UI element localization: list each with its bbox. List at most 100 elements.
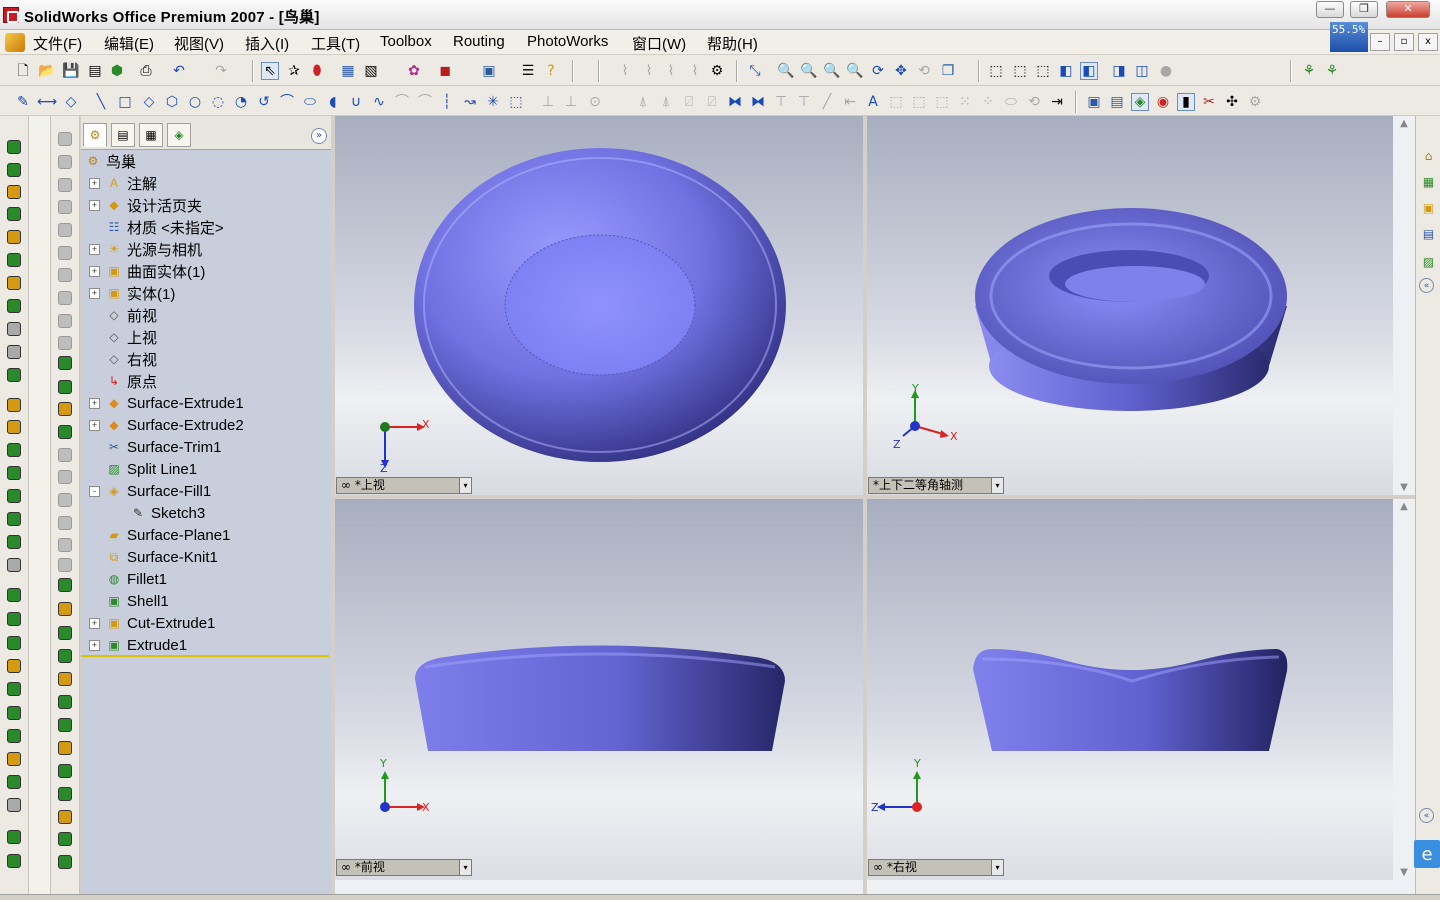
collapse-tree-button[interactable]: » xyxy=(311,128,327,144)
zoom-in-out-icon[interactable]: 🔍 xyxy=(823,62,841,80)
photoworks-tab[interactable]: ◈ xyxy=(167,123,191,147)
tree-item[interactable]: - ◈ Surface-Fill1 xyxy=(89,480,211,502)
surface-tool-icon[interactable] xyxy=(56,176,74,194)
disabled-tool-icon[interactable]: ⁙ xyxy=(956,93,974,111)
surface-tool-icon[interactable] xyxy=(56,400,74,418)
feature-tool-icon[interactable] xyxy=(5,828,23,846)
surface-tool-icon[interactable] xyxy=(56,244,74,262)
surface-tool-icon[interactable] xyxy=(56,289,74,307)
zoom-to-area-icon[interactable]: 🔍 xyxy=(800,62,818,80)
rectangle-icon[interactable]: □ xyxy=(116,93,134,111)
surface-tool-icon[interactable] xyxy=(56,762,74,780)
feature-tool-icon[interactable] xyxy=(5,274,23,292)
text-icon[interactable]: A xyxy=(864,93,882,111)
disabled-tool-icon[interactable]: ⇤ xyxy=(841,93,859,111)
menu-photoworks[interactable]: PhotoWorks xyxy=(527,33,608,50)
feature-tool-icon[interactable] xyxy=(5,205,23,223)
tree-item[interactable]: ◇ 上视 xyxy=(89,326,157,348)
part-cube-icon[interactable]: ◼ xyxy=(436,62,454,80)
surface-tool-icon[interactable] xyxy=(56,647,74,665)
feature-tool-icon[interactable] xyxy=(5,704,23,722)
3d-icon[interactable]: ◉ xyxy=(1154,93,1172,111)
toolbar-extra-icon[interactable]: ⚘ xyxy=(1323,62,1341,80)
tree-item[interactable]: ⧉ Surface-Knit1 xyxy=(89,546,218,568)
open-folder-icon[interactable]: 📂 xyxy=(38,62,56,80)
feature-tool-icon[interactable] xyxy=(5,464,23,482)
disabled-tool-icon[interactable]: ⊙ xyxy=(586,93,604,111)
menu-help[interactable]: 帮助(H) xyxy=(707,33,758,54)
surface-tool-icon[interactable] xyxy=(56,130,74,148)
feature-tool-icon[interactable] xyxy=(5,533,23,551)
partial-ellipse-icon[interactable]: ◖ xyxy=(324,93,342,111)
disabled-tool-icon[interactable]: ⟲ xyxy=(1025,93,1043,111)
tree-item[interactable]: ◍ Fillet1 xyxy=(89,568,167,590)
disabled-tool-icon[interactable]: ⍋ xyxy=(634,93,652,111)
view-dropdown-icon[interactable]: ▾ xyxy=(991,860,1003,875)
redo-icon[interactable]: ↷ xyxy=(212,62,230,80)
file-explorer-icon[interactable]: ▣ xyxy=(1419,198,1438,217)
surface-tool-icon[interactable] xyxy=(56,491,74,509)
disabled-tool-icon[interactable]: ⬚ xyxy=(887,93,905,111)
surface-tool-icon[interactable] xyxy=(56,198,74,216)
solidworks-app-icon[interactable] xyxy=(3,7,19,23)
shaded-icon[interactable]: ◧ xyxy=(1080,62,1098,80)
point-icon[interactable]: ✳ xyxy=(484,93,502,111)
view-label-right[interactable]: ∞ *右视 ▾ xyxy=(868,859,1004,876)
vertical-scrollbar[interactable]: ▲ ▼ xyxy=(1393,116,1415,495)
menu-view[interactable]: 视图(V) xyxy=(174,33,224,54)
view-dropdown-icon[interactable]: ▾ xyxy=(459,478,471,493)
menu-window[interactable]: 窗口(W) xyxy=(632,33,686,54)
photoworks-tool-icon[interactable]: ◈ xyxy=(1131,93,1149,111)
surface-tool-icon[interactable]: ⌇ xyxy=(662,62,680,80)
surface-tool-icon[interactable] xyxy=(56,600,74,618)
tree-item[interactable]: + ▣ 实体(1) xyxy=(89,282,175,304)
line-icon[interactable]: ╲ xyxy=(92,93,110,111)
tree-root[interactable]: ⚙ 鸟巢 xyxy=(85,150,136,172)
edit-appearance-icon[interactable]: ▣ xyxy=(1085,93,1103,111)
tree-item[interactable]: ◇ 右视 xyxy=(89,348,157,370)
tree-item[interactable]: ▣ Shell1 xyxy=(89,590,168,612)
construction-icon[interactable]: ⬚ xyxy=(507,93,525,111)
mdi-minimize-button[interactable]: – xyxy=(1370,33,1390,51)
collapse-task-pane-icon[interactable]: « xyxy=(1419,278,1434,293)
rotate-view-icon[interactable]: ⟳ xyxy=(869,62,887,80)
tree-item[interactable]: + ▣ Cut-Extrude1 xyxy=(89,612,215,634)
feature-tool-icon[interactable] xyxy=(5,418,23,436)
options-icon[interactable]: ✿ xyxy=(405,62,423,80)
vertical-scrollbar[interactable]: ▲ ▼ xyxy=(1393,499,1415,894)
tree-item[interactable]: ◇ 前视 xyxy=(89,304,157,326)
feature-tool-icon[interactable] xyxy=(5,773,23,791)
expand-icon[interactable]: + xyxy=(89,177,100,189)
disabled-tool-icon[interactable]: ⬭ xyxy=(1002,93,1020,111)
tree-item[interactable]: ✂ Surface-Trim1 xyxy=(89,436,222,458)
spline-icon[interactable]: ∿ xyxy=(370,93,388,111)
view-label-front[interactable]: ∞ *前视 ▾ xyxy=(336,859,472,876)
minimize-button[interactable]: — xyxy=(1316,1,1344,18)
library-icon[interactable]: ▦ xyxy=(1419,172,1438,191)
surface-tool-icon[interactable] xyxy=(56,334,74,352)
feature-tool-icon[interactable] xyxy=(5,251,23,269)
surface-tool-icon[interactable]: ⌇ xyxy=(640,62,658,80)
grid-icon[interactable]: ▦ xyxy=(339,62,357,80)
feature-tool-icon[interactable] xyxy=(5,510,23,528)
surface-tool-icon[interactable] xyxy=(56,624,74,642)
surface-tool-icon[interactable] xyxy=(56,739,74,757)
mdi-close-button[interactable]: x xyxy=(1418,33,1438,51)
hidden-lines-visible-icon[interactable]: ⬚ xyxy=(1011,62,1029,80)
view-label-dimetric[interactable]: *上下二等角轴测 ▾ xyxy=(868,477,1004,494)
scroll-up-icon[interactable]: ▲ xyxy=(1397,501,1411,512)
print-icon[interactable]: ▤ xyxy=(86,62,104,80)
view-dropdown-icon[interactable]: ▾ xyxy=(459,860,471,875)
close-button[interactable]: ✕ xyxy=(1386,1,1430,18)
feature-tool-icon[interactable] xyxy=(5,852,23,870)
feature-tool-icon[interactable] xyxy=(5,441,23,459)
menu-toolbox[interactable]: Toolbox xyxy=(380,33,432,50)
feature-tool-icon[interactable] xyxy=(5,297,23,315)
disabled-tool-icon[interactable]: ⊥ xyxy=(562,93,580,111)
ellipse-icon[interactable]: ⬭ xyxy=(301,93,319,111)
tree-item[interactable]: + ◆ 设计活页夹 xyxy=(89,194,202,216)
sketch-plane-icon[interactable]: ◇ xyxy=(62,93,80,111)
menu-edit[interactable]: 编辑(E) xyxy=(104,33,154,54)
feature-tool-icon[interactable] xyxy=(5,610,23,628)
disabled-tool-icon[interactable]: ⍋ xyxy=(657,93,675,111)
